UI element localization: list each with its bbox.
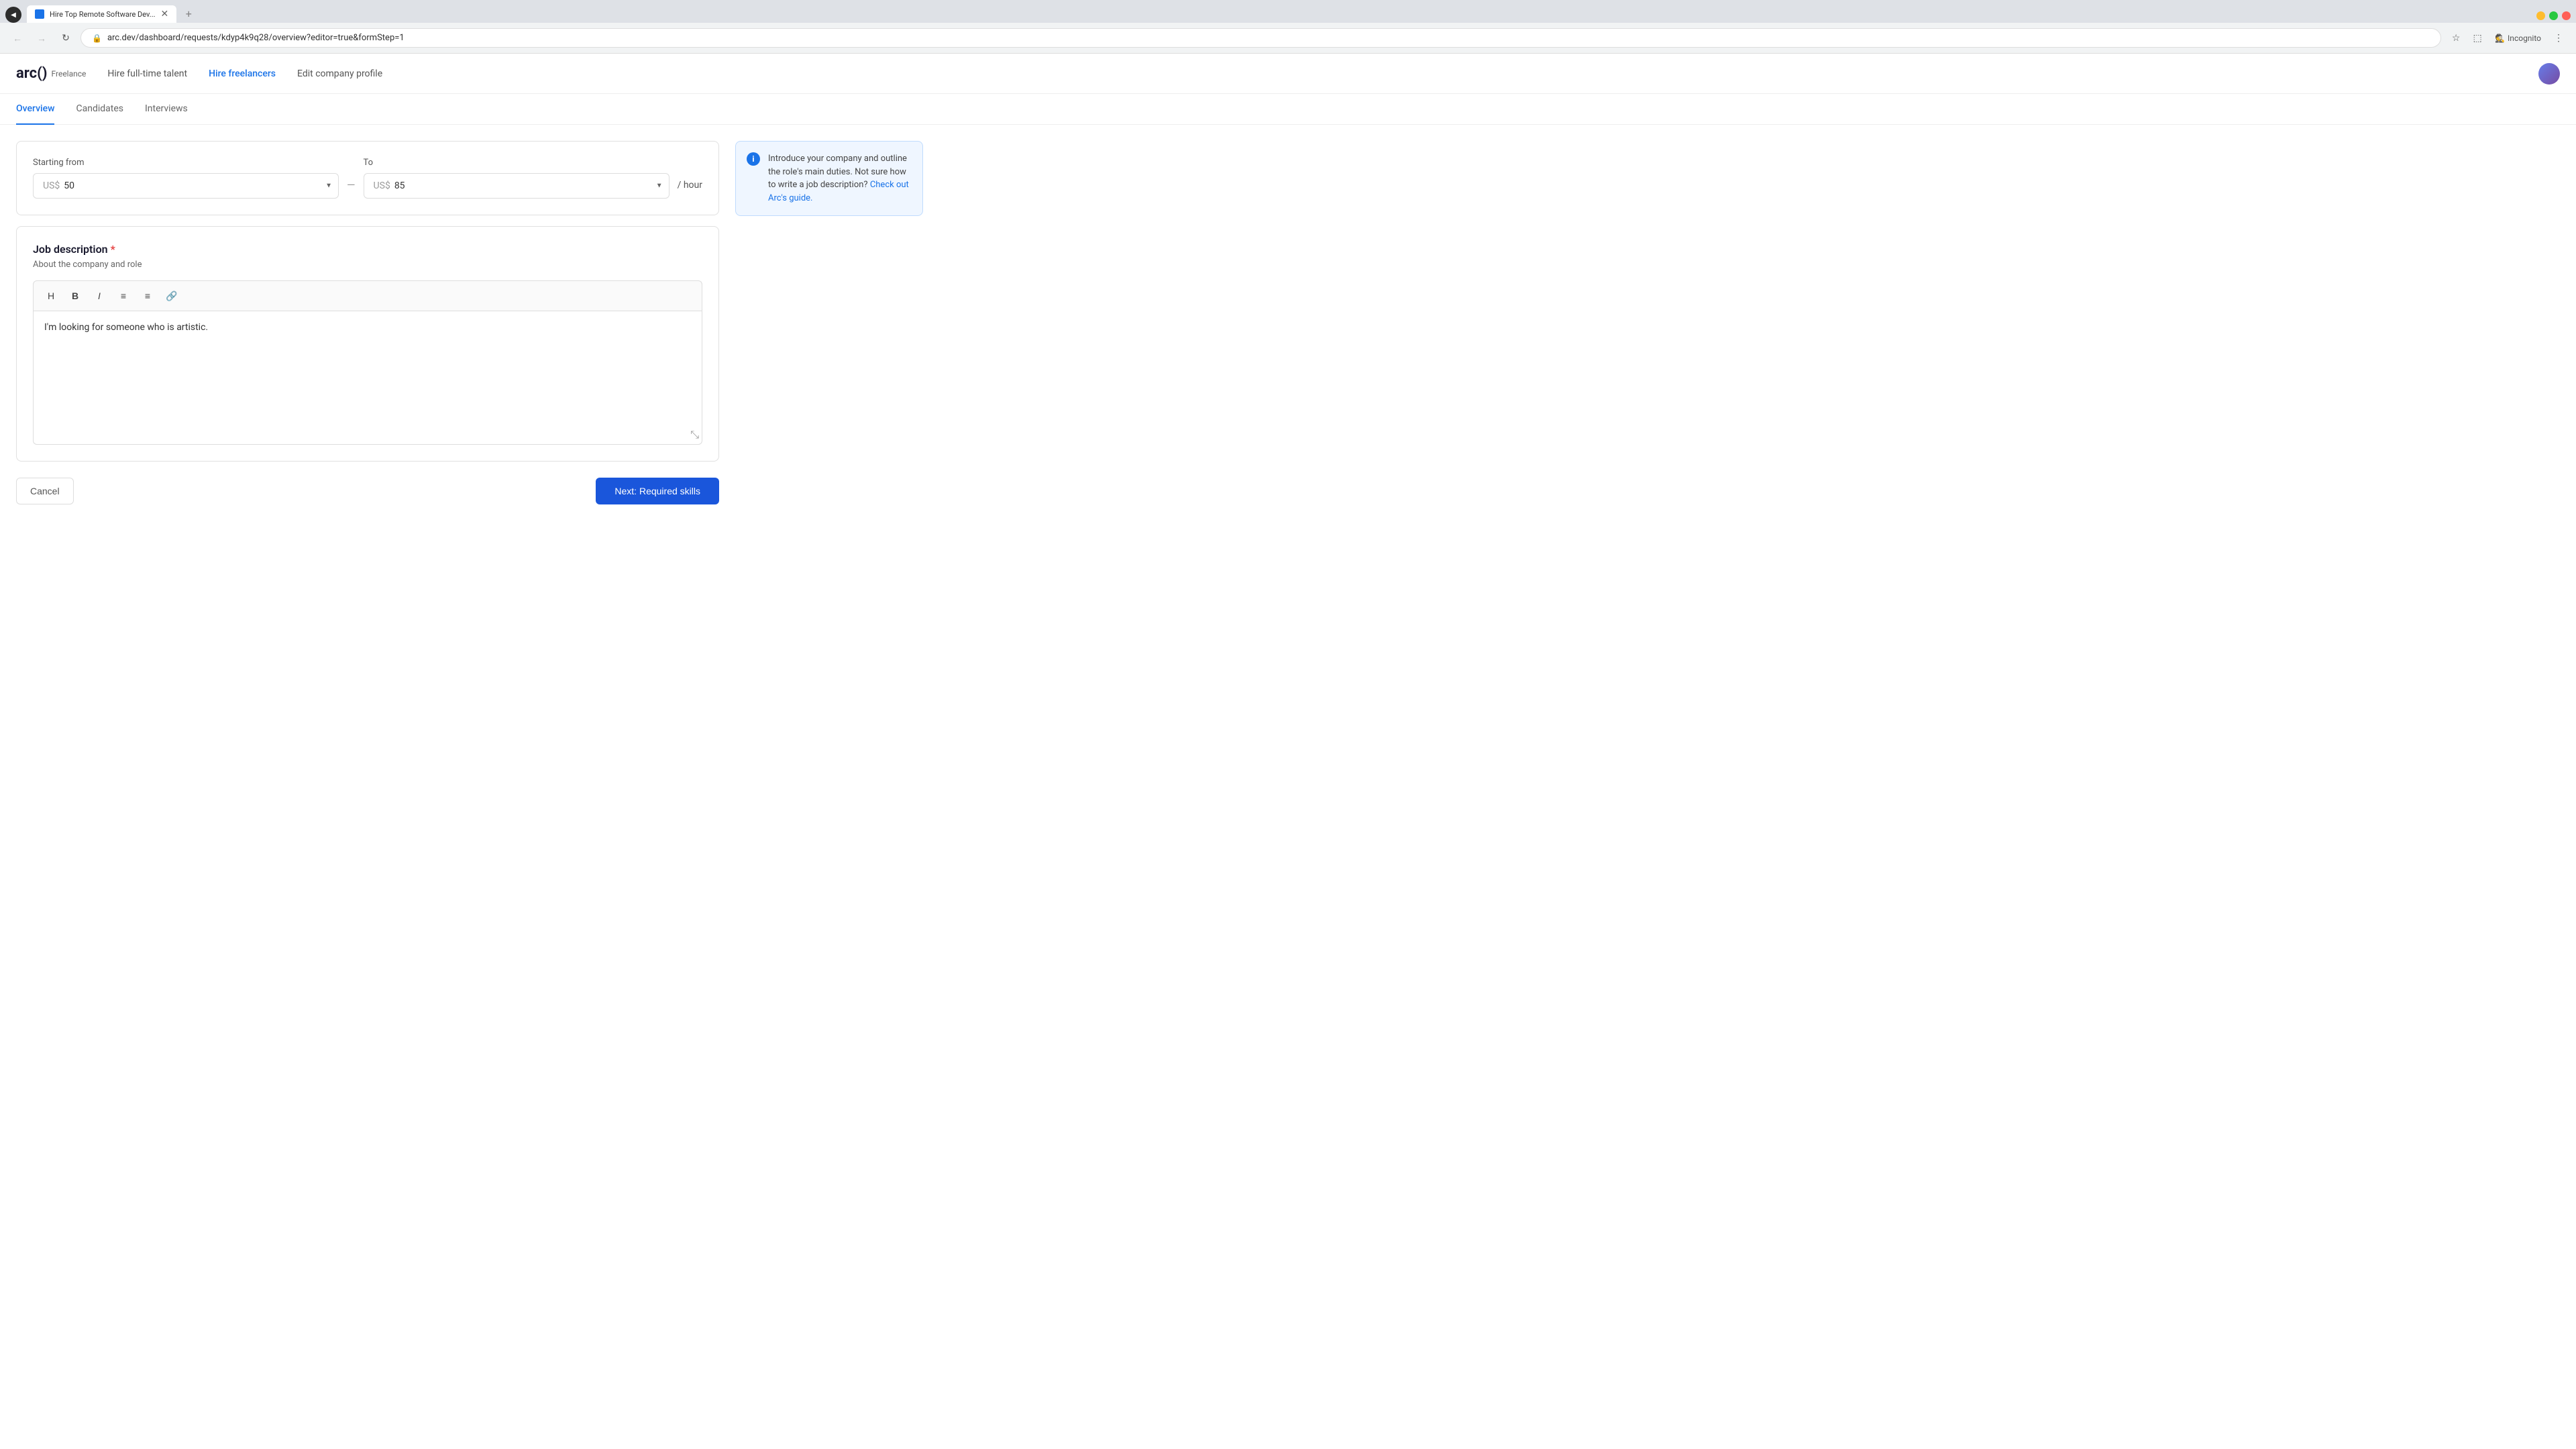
form-section: Starting from US$ 50 ▼ — To US$ bbox=[16, 141, 719, 521]
address-bar[interactable]: 🔒 arc.dev/dashboard/requests/kdyp4k9q28/… bbox=[80, 28, 2441, 48]
forward-button[interactable]: → bbox=[32, 29, 51, 48]
main-nav: Hire full-time talent Hire freelancers E… bbox=[107, 68, 2538, 79]
to-value: 85 bbox=[394, 180, 405, 191]
nav-hire-freelancers[interactable]: Hire freelancers bbox=[209, 68, 276, 79]
ordered-list-icon: ≡ bbox=[145, 290, 150, 301]
extensions-icon: ⬚ bbox=[2473, 32, 2481, 44]
logo: arc() bbox=[16, 65, 48, 82]
forward-icon: → bbox=[37, 33, 46, 44]
salary-to-select[interactable]: US$ 85 bbox=[364, 173, 669, 199]
back-icon: ← bbox=[13, 33, 22, 44]
editor-heading-button[interactable]: H bbox=[42, 286, 60, 305]
window-close[interactable] bbox=[2562, 11, 2571, 20]
refresh-button[interactable]: ↻ bbox=[56, 29, 75, 48]
salary-from-select[interactable]: US$ 50 bbox=[33, 173, 339, 199]
menu-button[interactable]: ⋮ bbox=[2549, 29, 2568, 48]
refresh-icon: ↻ bbox=[62, 32, 70, 44]
extensions-button[interactable]: ⬚ bbox=[2468, 29, 2487, 48]
logo-area: arc() Freelance bbox=[16, 65, 86, 82]
salary-separator: — bbox=[347, 165, 356, 191]
bookmark-icon: ☆ bbox=[2452, 32, 2461, 44]
tab-favicon bbox=[35, 9, 44, 19]
editor-bold-button[interactable]: B bbox=[66, 286, 85, 305]
tab-close-icon[interactable]: ✕ bbox=[161, 9, 169, 19]
window-maximize[interactable] bbox=[2549, 11, 2558, 20]
incognito-indicator: 🕵 Incognito bbox=[2489, 31, 2546, 46]
url-text: arc.dev/dashboard/requests/kdyp4k9q28/ov… bbox=[107, 33, 2430, 43]
nav-hire-fulltime[interactable]: Hire full-time talent bbox=[107, 68, 187, 79]
page-tabs: Overview Candidates Interviews bbox=[0, 94, 2576, 125]
lock-icon: 🔒 bbox=[92, 34, 102, 43]
salary-row: Starting from US$ 50 ▼ — To US$ bbox=[33, 158, 702, 199]
salary-to-label: To bbox=[364, 158, 669, 168]
next-button[interactable]: Next: Required skills bbox=[596, 478, 719, 504]
window-minimize[interactable] bbox=[2536, 11, 2545, 20]
browser-toolbar: ← → ↻ 🔒 arc.dev/dashboard/requests/kdyp4… bbox=[0, 23, 2576, 54]
to-currency: US$ bbox=[374, 180, 390, 191]
italic-icon: I bbox=[98, 290, 101, 301]
bookmark-button[interactable]: ☆ bbox=[2447, 29, 2465, 48]
heading-icon: H bbox=[48, 290, 54, 301]
salary-from-field: Starting from US$ 50 ▼ bbox=[33, 158, 339, 199]
help-card: i Introduce your company and outline the… bbox=[735, 141, 923, 216]
new-tab-button[interactable]: + bbox=[179, 4, 198, 23]
tab-candidates[interactable]: Candidates bbox=[76, 94, 123, 125]
logo-badge: Freelance bbox=[52, 69, 87, 78]
editor-link-button[interactable]: 🔗 bbox=[162, 286, 181, 305]
menu-icon: ⋮ bbox=[2554, 32, 2563, 44]
from-value: 50 bbox=[64, 180, 74, 191]
required-star: * bbox=[111, 243, 115, 256]
link-icon: 🔗 bbox=[166, 290, 177, 302]
editor-italic-button[interactable]: I bbox=[90, 286, 109, 305]
job-description-subtitle: About the company and role bbox=[33, 260, 702, 270]
help-text: Introduce your company and outline the r… bbox=[768, 152, 912, 205]
incognito-icon: 🕵 bbox=[2495, 34, 2505, 43]
from-currency: US$ bbox=[43, 180, 60, 191]
tab-overview[interactable]: Overview bbox=[16, 94, 54, 125]
cancel-button[interactable]: Cancel bbox=[16, 478, 74, 504]
job-description-title-text: Job description bbox=[33, 243, 108, 256]
tab-title: Hire Top Remote Software Dev... bbox=[50, 10, 156, 19]
salary-section: Starting from US$ 50 ▼ — To US$ bbox=[16, 141, 719, 215]
job-description-section: Job description * About the company and … bbox=[16, 226, 719, 462]
toolbar-actions: ☆ ⬚ 🕵 Incognito ⋮ bbox=[2447, 29, 2568, 48]
editor-content[interactable]: I'm looking for someone who is artistic.… bbox=[33, 311, 702, 445]
tab-interviews[interactable]: Interviews bbox=[145, 94, 188, 125]
editor-resize-handle[interactable]: ⤡ bbox=[690, 428, 699, 441]
editor-toolbar: H B I ≡ ≡ 🔗 bbox=[33, 280, 702, 311]
action-row: Cancel Next: Required skills bbox=[16, 462, 719, 521]
help-box: i Introduce your company and outline the… bbox=[735, 141, 923, 521]
editor-text: I'm looking for someone who is artistic. bbox=[44, 322, 208, 333]
bold-icon: B bbox=[72, 290, 78, 301]
salary-from-select-container: US$ 50 ▼ bbox=[33, 173, 339, 199]
incognito-label: Incognito bbox=[2508, 34, 2541, 43]
editor-bullet-list-button[interactable]: ≡ bbox=[114, 286, 133, 305]
user-avatar[interactable] bbox=[2538, 63, 2560, 85]
back-button[interactable]: ← bbox=[8, 29, 27, 48]
browser-tab[interactable]: Hire Top Remote Software Dev... ✕ bbox=[27, 5, 176, 23]
per-hour-label: / hour bbox=[678, 166, 702, 191]
editor-ordered-list-button[interactable]: ≡ bbox=[138, 286, 157, 305]
salary-to-select-container: US$ 85 ▼ bbox=[364, 173, 669, 199]
app-header: arc() Freelance Hire full-time talent Hi… bbox=[0, 54, 2576, 94]
salary-to-field: To US$ 85 ▼ bbox=[364, 158, 669, 199]
salary-from-label: Starting from bbox=[33, 158, 339, 168]
main-content: Starting from US$ 50 ▼ — To US$ bbox=[0, 125, 939, 537]
nav-edit-company[interactable]: Edit company profile bbox=[297, 68, 382, 79]
info-icon: i bbox=[747, 152, 760, 166]
job-description-title: Job description * bbox=[33, 243, 702, 256]
bullet-list-icon: ≡ bbox=[121, 290, 126, 301]
